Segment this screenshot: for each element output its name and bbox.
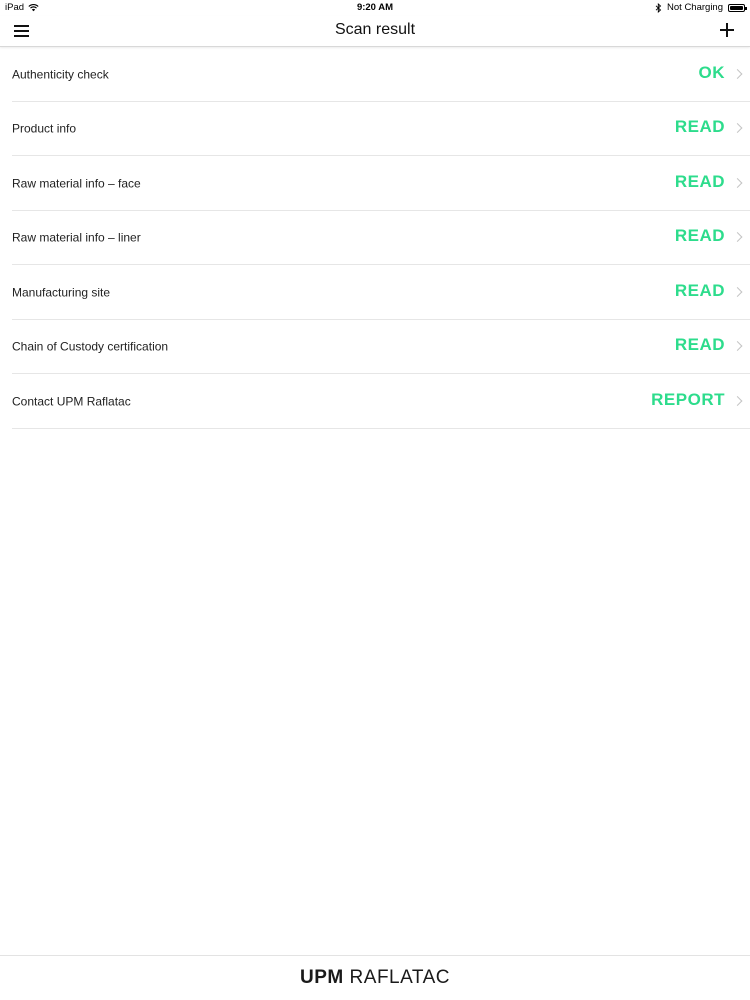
row-label: Contact UPM Raflatac [12, 394, 131, 409]
row-label: Product info [12, 121, 77, 136]
row-raw-material-liner[interactable]: Raw material info – liner READ [12, 211, 750, 265]
chevron-right-icon [732, 68, 743, 79]
row-manufacturing-site[interactable]: Manufacturing site READ [12, 265, 750, 320]
charging-status: Not Charging [667, 2, 723, 13]
status-bar: iPad 9:20 AM Not Charging [0, 0, 750, 16]
result-list: Authenticity check OK Product info READ … [0, 47, 750, 429]
chevron-right-icon [732, 177, 743, 188]
screen: iPad 9:20 AM Not Charging Scan result Au… [0, 0, 750, 1000]
row-authenticity-check[interactable]: Authenticity check OK [12, 47, 750, 102]
brand-upm: UPM [300, 967, 344, 988]
row-product-info[interactable]: Product info READ [12, 102, 750, 156]
row-chain-of-custody[interactable]: Chain of Custody certification READ [12, 320, 750, 374]
battery-icon [728, 3, 747, 12]
chevron-right-icon [732, 286, 743, 297]
row-label: Chain of Custody certification [12, 339, 169, 354]
status-badge: READ [674, 335, 725, 355]
row-label: Manufacturing site [12, 285, 111, 300]
status-right: Not Charging [655, 2, 747, 13]
brand-raflatac: RAFLATAC [349, 967, 450, 988]
status-time: 9:20 AM [356, 2, 394, 13]
brand-logo: UPM RAFLATAC [300, 967, 450, 989]
chevron-right-icon [732, 341, 743, 352]
footer: UPM RAFLATAC [0, 955, 750, 1000]
chevron-right-icon [732, 395, 743, 406]
page-title: Scan result [334, 21, 416, 38]
row-raw-material-face[interactable]: Raw material info – face READ [12, 156, 750, 211]
bluetooth-icon [655, 2, 662, 13]
status-badge: READ [674, 117, 725, 137]
status-badge: REPORT [651, 389, 725, 409]
row-contact-upm[interactable]: Contact UPM Raflatac REPORT [12, 374, 750, 429]
status-badge: READ [674, 280, 725, 300]
row-label: Raw material info – liner [12, 230, 141, 245]
row-label: Authenticity check [12, 67, 109, 82]
status-badge: OK [698, 62, 725, 82]
nav-bar: Scan result [0, 16, 750, 47]
add-button[interactable] [716, 19, 738, 41]
chevron-right-icon [732, 123, 743, 134]
status-badge: READ [674, 226, 725, 246]
chevron-right-icon [732, 232, 743, 243]
status-badge: READ [674, 171, 725, 191]
row-label: Raw material info – face [12, 176, 141, 191]
